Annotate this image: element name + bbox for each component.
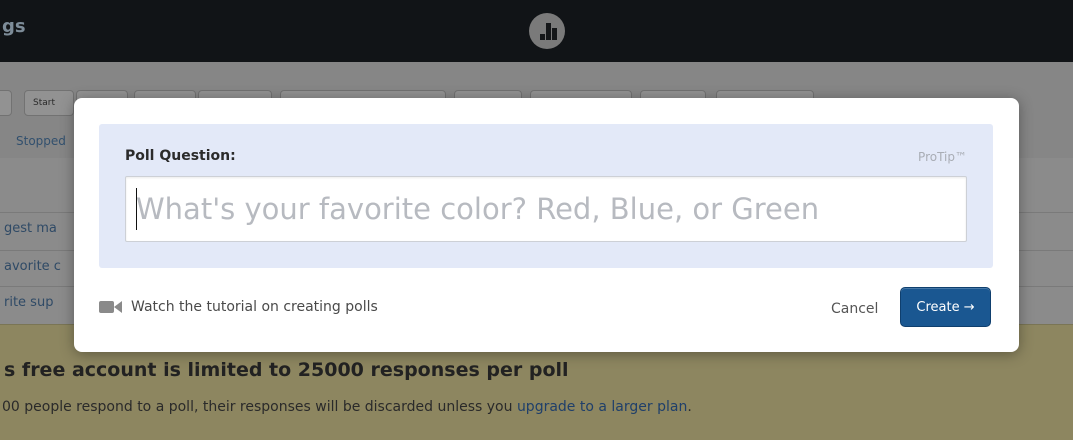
- poll-question-input[interactable]: [125, 176, 967, 242]
- cancel-button[interactable]: Cancel: [831, 301, 878, 317]
- notice-body-end: .: [687, 399, 692, 415]
- create-button[interactable]: Create →: [900, 287, 991, 327]
- watch-tutorial-link[interactable]: Watch the tutorial on creating polls: [99, 298, 378, 316]
- poll-question-panel: Poll Question: ProTip™: [99, 124, 993, 268]
- poll-question-label: Poll Question:: [125, 148, 236, 164]
- notice-body: 00 people respond to a poll, their respo…: [2, 399, 692, 415]
- text-caret: [136, 188, 137, 230]
- tutorial-link-label: Watch the tutorial on creating polls: [131, 299, 378, 315]
- bar-chart-logo-icon[interactable]: [529, 13, 565, 49]
- video-camera-icon: [99, 300, 123, 314]
- list-item-label: rite sup: [4, 295, 54, 310]
- list-item-label: avorite c: [4, 259, 61, 274]
- create-poll-dialog: Poll Question: ProTip™ Watch the tutoria…: [74, 98, 1019, 352]
- start-button[interactable]: Start: [24, 90, 74, 116]
- notice-headline: s free account is limited to 25000 respo…: [4, 359, 569, 381]
- status-filter-stopped[interactable]: Stopped: [16, 134, 66, 148]
- top-navigation-bar: gs: [0, 0, 1073, 62]
- notice-body-text: 00 people respond to a poll, their respo…: [2, 399, 517, 415]
- toolbar-button[interactable]: [0, 90, 12, 116]
- app-title: gs: [2, 16, 26, 37]
- list-item-label: gest ma: [4, 221, 57, 236]
- upgrade-plan-link[interactable]: upgrade to a larger plan: [517, 399, 687, 415]
- protip-link[interactable]: ProTip™: [918, 150, 967, 164]
